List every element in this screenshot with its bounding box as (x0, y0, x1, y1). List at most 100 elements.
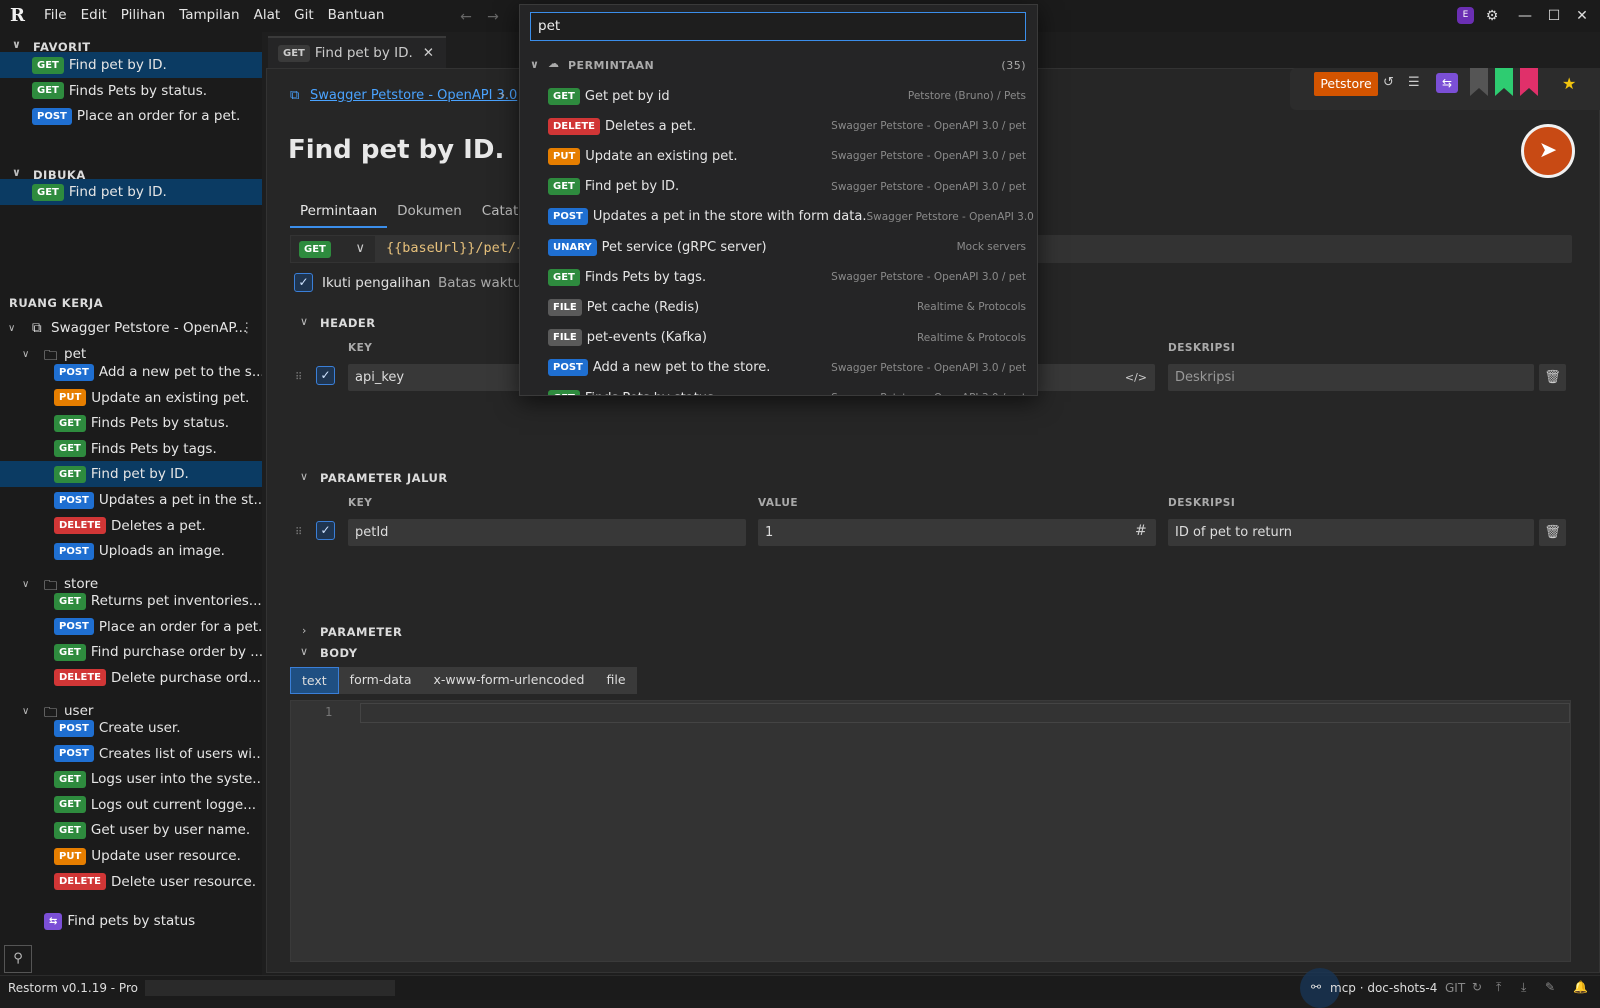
follow-redirects-checkbox[interactable]: ✓ (294, 273, 313, 292)
trash-icon[interactable]: 🗑 (1539, 364, 1566, 391)
path-desc-field[interactable]: ID of pet to return (1168, 519, 1534, 546)
sidebar-request-item[interactable]: GET Finds Pets by status. (0, 78, 262, 104)
sidebar-request-item[interactable]: GET Find purchase order by ... (54, 639, 262, 665)
forward-arrow-icon[interactable]: → (482, 8, 504, 26)
mcp-status[interactable]: mcp · doc-shots-4 (1330, 981, 1437, 995)
palette-result-item[interactable]: GET Finds Pets by status Swagger Petstore … (548, 384, 1026, 395)
chevron-down-icon[interactable]: ∨ (300, 645, 308, 658)
palette-result-item[interactable]: UNARY Pet service (gRPC server) Mock serve… (548, 233, 1026, 261)
request-subtab[interactable]: Permintaan (290, 197, 388, 228)
sidebar-request-item[interactable]: DELETE Deletes a pet. (54, 513, 262, 539)
hash-icon[interactable]: # (1135, 523, 1147, 539)
sidebar-request-item[interactable]: GET Find pet by ID. (0, 52, 262, 78)
palette-result-item[interactable]: DELETE Deletes a pet. Swagger Petstore - O… (548, 112, 1026, 140)
sidebar-request-item[interactable]: GET Finds Pets by tags. (54, 436, 262, 462)
gear-icon[interactable]: ⚙ (1482, 6, 1502, 26)
sidebar-request-item[interactable]: GET Find pet by ID. (0, 179, 262, 205)
tab-close-icon[interactable]: ✕ (423, 45, 434, 61)
sidebar-request-item[interactable]: POST Create user. (54, 715, 262, 741)
body-tab[interactable]: x-www-form-urlencoded (422, 667, 595, 694)
push-icon[interactable]: ⤒ (1496, 980, 1501, 995)
sidebar-request-item[interactable]: GET Get user by user name. (54, 817, 262, 843)
path-key-field[interactable]: petId (348, 519, 746, 546)
sidebar-request-item[interactable]: PUT Update user resource. (54, 843, 262, 869)
sidebar-request-item[interactable]: POST Creates list of users wi... (54, 741, 262, 767)
sidebar-request-item[interactable]: DELETE Delete purchase ord... (54, 665, 262, 691)
sidebar-request-item[interactable]: GET Logs out current logge... (54, 792, 262, 818)
minimize-icon[interactable]: — (1515, 6, 1535, 26)
flow-icon[interactable]: ⇆ (1436, 73, 1458, 93)
sidebar-request-item[interactable]: POST Uploads an image. (54, 538, 262, 564)
star-icon[interactable]: ★ (1562, 74, 1576, 93)
mcp-icon[interactable]: ⚯ (1311, 980, 1321, 994)
palette-result-item[interactable]: GET Get pet by id Petstore (Bruno) / Pets (548, 82, 1026, 110)
method-select[interactable]: GET ∨ (290, 235, 376, 263)
body-editor[interactable]: 1 (290, 700, 1571, 962)
menu-item[interactable]: Bantuan (328, 7, 385, 23)
chevron-down-icon[interactable]: ∨ (22, 349, 29, 360)
send-button[interactable]: ➤ (1521, 124, 1575, 178)
menu-item[interactable]: Alat (254, 7, 281, 23)
sidebar-request-item[interactable]: GET Logs user into the syste... (54, 766, 262, 792)
avatar[interactable]: E (1457, 7, 1474, 24)
menu-item[interactable]: Git (294, 7, 314, 23)
chevron-right-icon[interactable]: › (302, 624, 306, 637)
palette-result-item[interactable]: POST Updates a pet in the store with form… (548, 203, 1037, 231)
code-icon[interactable]: </> (1125, 364, 1147, 391)
environment-badge[interactable]: Petstore (1314, 72, 1378, 96)
bookmark-green-icon[interactable] (1495, 68, 1513, 96)
chevron-down-icon[interactable]: ∨ (8, 323, 15, 334)
sidebar-request-item[interactable]: GET Returns pet inventories... (54, 588, 262, 614)
chevron-down-icon[interactable]: ∨ (300, 470, 308, 483)
body-tab[interactable]: form-data (339, 667, 423, 694)
palette-result-item[interactable]: GET Finds Pets by tags. Swagger Petstore -… (548, 263, 1026, 291)
drag-handle-icon[interactable]: ⠿ (295, 372, 302, 383)
request-subtab[interactable]: Dokumen (387, 197, 472, 228)
sidebar-request-item[interactable]: POST Place an order for a pet. (54, 614, 262, 640)
back-arrow-icon[interactable]: ← (455, 8, 477, 26)
body-tab[interactable]: file (595, 667, 636, 694)
more-icon[interactable]: ⋮ (240, 320, 254, 336)
flow-item[interactable]: ⇆ Find pets by status (44, 908, 260, 934)
sidebar-request-item[interactable]: PUT Update an existing pet. (54, 385, 262, 411)
palette-result-item[interactable]: PUT Update an existing pet. Swagger Petsto… (548, 142, 1026, 170)
menu-item[interactable]: Pilihan (121, 7, 165, 23)
pull-icon[interactable]: ⤓ (1521, 980, 1526, 995)
palette-result-item[interactable]: POST Add a new pet to the store. Swagger P… (548, 354, 1026, 382)
header-desc-field[interactable]: Deskripsi (1168, 364, 1534, 391)
edit-icon[interactable]: ✎ (1545, 980, 1555, 994)
list-icon[interactable]: ☰ (1408, 75, 1420, 90)
sidebar-request-item[interactable]: GET Find pet by ID. (0, 461, 262, 488)
sidebar-request-item[interactable]: POST Add a new pet to the s... (54, 359, 262, 385)
pin-icon[interactable]: ⚲ (4, 945, 32, 973)
sidebar-request-item[interactable]: GET Finds Pets by status. (54, 410, 262, 436)
palette-search-input[interactable]: pet (530, 12, 1026, 41)
sidebar-request-item[interactable]: POST Updates a pet in the st... (54, 487, 262, 513)
menu-item[interactable]: File (44, 7, 67, 23)
menu-item[interactable]: Tampilan (179, 7, 239, 23)
palette-result-item[interactable]: FILE Pet cache (Redis) Realtime & Protocol… (548, 293, 1026, 321)
body-tab[interactable]: text (290, 667, 339, 694)
breadcrumb[interactable]: Swagger Petstore - OpenAPI 3.0 (310, 88, 517, 103)
trash-icon[interactable]: 🗑 (1539, 519, 1566, 546)
drag-handle-icon[interactable]: ⠿ (295, 527, 302, 538)
chevron-down-icon[interactable]: ∨ (22, 579, 29, 590)
sidebar-request-item[interactable]: DELETE Delete user resource. (54, 869, 262, 895)
tab-find-pet[interactable]: GET Find pet by ID. ✕ (268, 36, 446, 68)
bell-icon[interactable]: 🔔 (1573, 980, 1588, 994)
path-param-checkbox[interactable]: ✓ (316, 521, 335, 540)
collection-label[interactable]: Swagger Petstore - OpenAP... (51, 320, 247, 336)
palette-result-item[interactable]: FILE pet-events (Kafka) Realtime & Protoco… (548, 324, 1026, 352)
header-checkbox[interactable]: ✓ (316, 366, 335, 385)
path-value-field[interactable]: 1 (758, 519, 1156, 546)
chevron-down-icon[interactable]: ∨ (300, 315, 308, 328)
maximize-icon[interactable]: ☐ (1544, 6, 1564, 26)
chevron-down-icon[interactable]: ∨ (22, 706, 29, 717)
bookmark-pink-icon[interactable] (1520, 68, 1538, 96)
url-input[interactable]: {{baseUrl}}/pet/{ (386, 240, 524, 256)
palette-section-header[interactable]: ∨ ☁ PERMINTAAN (35) (530, 57, 1026, 77)
palette-result-item[interactable]: GET Find pet by ID. Swagger Petstore - Ope… (548, 173, 1026, 201)
close-icon[interactable]: ✕ (1572, 6, 1592, 26)
bookmark-gray-icon[interactable] (1470, 68, 1488, 96)
sidebar-request-item[interactable]: POST Place an order for a pet. (0, 103, 262, 129)
